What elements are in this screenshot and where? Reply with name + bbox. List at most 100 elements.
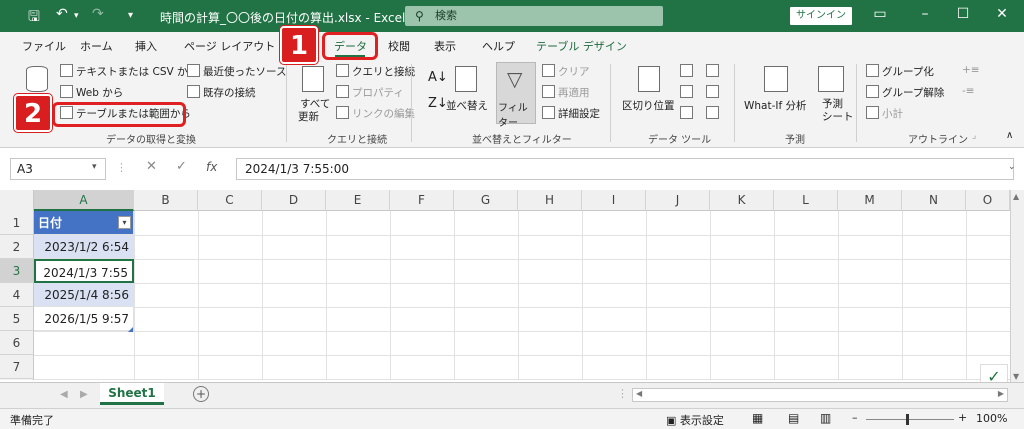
forecast-sheet-bottom[interactable]: シート (822, 109, 854, 124)
tab-review[interactable]: 校閲 (388, 38, 410, 54)
outline-launcher-icon[interactable]: ⌟ (972, 131, 976, 141)
column-header-i[interactable]: I (582, 190, 646, 211)
tab-insert[interactable]: 挿入 (135, 38, 157, 54)
column-header-h[interactable]: H (518, 190, 582, 211)
add-sheet-icon[interactable]: + (193, 386, 209, 402)
queries-connections-button[interactable]: クエリと接続 (336, 64, 415, 79)
tab-page-layout[interactable]: ページ レイアウト (184, 38, 275, 54)
zoom-in-icon[interactable]: + (958, 411, 967, 424)
zoom-slider[interactable] (866, 419, 954, 420)
page-break-view-icon[interactable]: ▥ (820, 411, 831, 425)
sheet-tab-sheet1[interactable]: Sheet1 (100, 383, 164, 405)
cancel-icon[interactable]: ✕ (146, 159, 157, 174)
sort-ascending-icon[interactable]: A↓ (428, 70, 448, 85)
table-row[interactable]: 2023/1/2 6:54 (34, 235, 134, 259)
existing-connections-button[interactable]: 既存の接続 (187, 85, 256, 100)
display-settings-button[interactable]: ▣ 表示設定 (666, 412, 724, 428)
tab-view[interactable]: 表示 (434, 38, 456, 54)
tab-split-handle-icon[interactable]: ⋮ (617, 387, 628, 400)
collapse-ribbon-icon[interactable]: ∧ (1006, 130, 1013, 141)
formula-input[interactable]: 2024/1/3 7:55:00 (236, 158, 1014, 180)
from-web-button[interactable]: Web から (60, 85, 123, 100)
tab-table-design[interactable]: テーブル デザイン (536, 38, 627, 54)
column-header-f[interactable]: F (390, 190, 454, 211)
row-header-1[interactable]: 1 (0, 211, 34, 235)
column-header-g[interactable]: G (454, 190, 518, 211)
data-validation-icon[interactable] (680, 106, 696, 120)
forecast-sheet-icon[interactable] (818, 66, 844, 92)
text-to-columns-icon[interactable] (638, 66, 660, 92)
filter-dropdown-icon[interactable]: ▾ (118, 216, 131, 229)
tab-file[interactable]: ファイル (22, 38, 66, 54)
show-detail-icon[interactable]: +≡ (962, 64, 980, 76)
sort-button[interactable]: 並べ替え (446, 98, 488, 113)
filter-button[interactable]: ▽ フィルター (496, 62, 536, 129)
column-header-o[interactable]: O (966, 190, 1010, 211)
properties-button[interactable]: プロパティ (336, 85, 404, 100)
remove-duplicates-icon[interactable] (680, 85, 696, 99)
row-header-5[interactable]: 5 (0, 307, 34, 331)
sort-icon[interactable] (455, 66, 477, 92)
minimize-icon[interactable]: – (915, 6, 935, 22)
table-resize-handle[interactable] (128, 327, 133, 332)
tab-home[interactable]: ホーム (80, 38, 113, 54)
what-if-icon[interactable] (764, 66, 788, 92)
search-box[interactable]: ⚲ 検索 (405, 6, 663, 26)
signin-button[interactable]: サインイン (790, 7, 852, 25)
scroll-left-icon[interactable]: ◀ (636, 389, 642, 398)
what-if-button[interactable]: What-If 分析 (744, 98, 807, 113)
scroll-up-icon[interactable]: ▲ (1013, 192, 1019, 201)
sort-descending-icon[interactable]: Z↓ (428, 96, 448, 111)
table-header-cell[interactable]: 日付 ▾ (34, 211, 134, 235)
zoom-slider-thumb[interactable] (906, 414, 909, 425)
page-layout-view-icon[interactable]: ▤ (788, 411, 799, 425)
save-icon[interactable]: 🖫 (28, 6, 40, 30)
row-header-8[interactable]: 8 (0, 379, 34, 380)
row-header-2[interactable]: 2 (0, 235, 34, 259)
group-button[interactable]: グループ化 (866, 64, 934, 79)
selected-cell[interactable]: 2024/1/3 7:55 (34, 259, 134, 283)
undo-icon[interactable]: ↶ (56, 6, 68, 22)
ribbon-display-icon[interactable]: ▭ (870, 6, 890, 22)
recent-sources-button[interactable]: 最近使ったソース (187, 64, 286, 79)
row-header-6[interactable]: 6 (0, 331, 34, 355)
column-header-l[interactable]: L (774, 190, 838, 211)
prev-sheet-icon[interactable]: ◀ (60, 389, 68, 400)
close-icon[interactable]: ✕ (992, 6, 1012, 22)
horizontal-scrollbar[interactable]: ◀ ▶ (632, 388, 1008, 402)
ungroup-button[interactable]: グループ解除 (866, 85, 944, 100)
insert-function-icon[interactable]: fx (206, 160, 217, 174)
scroll-right-icon[interactable]: ▶ (998, 389, 1004, 398)
column-header-c[interactable]: C (198, 190, 262, 211)
customize-toolbar-icon[interactable]: ▾ (128, 10, 133, 21)
column-header-j[interactable]: J (646, 190, 710, 211)
zoom-out-icon[interactable]: – (852, 411, 858, 424)
clear-button[interactable]: クリア (542, 64, 590, 79)
column-header-a[interactable]: A (34, 190, 134, 211)
consolidate-icon[interactable] (706, 64, 722, 78)
column-header-k[interactable]: K (710, 190, 774, 211)
from-csv-button[interactable]: テキストまたは CSV から (60, 64, 198, 79)
column-header-n[interactable]: N (902, 190, 966, 211)
normal-view-icon[interactable]: ▦ (752, 411, 763, 425)
advanced-filter-button[interactable]: 詳細設定 (542, 106, 600, 121)
column-header-d[interactable]: D (262, 190, 326, 211)
data-model-icon[interactable] (706, 106, 722, 120)
select-all-corner[interactable] (0, 190, 34, 211)
expand-formula-icon[interactable]: ⌄ (1008, 162, 1016, 172)
refresh-all-bottom[interactable]: 更新 (298, 109, 319, 124)
flash-fill-icon[interactable] (680, 64, 696, 78)
row-header-4[interactable]: 4 (0, 283, 34, 307)
scroll-down-icon[interactable]: ▼ (1013, 372, 1019, 381)
row-header-7[interactable]: 7 (0, 355, 34, 379)
table-row[interactable]: 2026/1/5 9:57 (34, 307, 134, 331)
name-box-dropdown-icon[interactable]: ▾ (92, 162, 97, 172)
maximize-icon[interactable]: ☐ (953, 6, 973, 22)
column-header-e[interactable]: E (326, 190, 390, 211)
tab-help[interactable]: ヘルプ (482, 38, 515, 54)
refresh-all-icon[interactable] (302, 66, 324, 92)
worksheet-grid[interactable]: A B C D E F G H I J K L M N O 1 2 3 4 5 … (0, 190, 1010, 380)
subtotal-button[interactable]: 小計 (866, 106, 903, 121)
text-to-columns-button[interactable]: 区切り位置 (622, 98, 675, 113)
undo-dropdown-icon[interactable]: ▾ (74, 11, 79, 21)
